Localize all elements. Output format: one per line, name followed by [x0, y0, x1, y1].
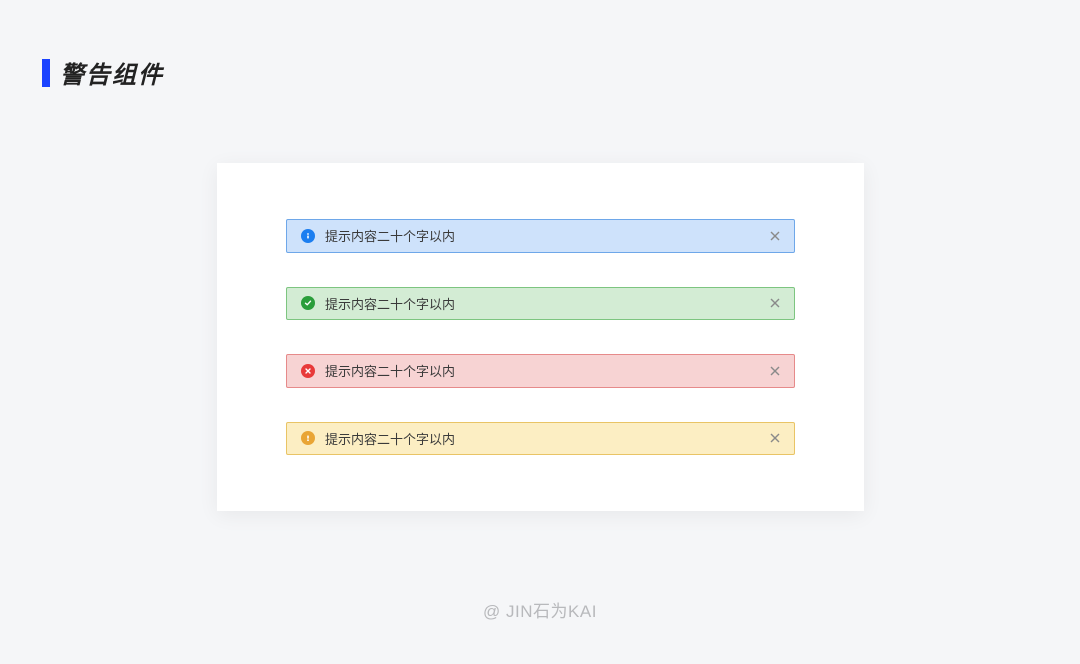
close-icon[interactable]: [768, 296, 782, 310]
success-icon: [301, 296, 315, 310]
alert-error: 提示内容二十个字以内: [286, 354, 795, 388]
alerts-card: 提示内容二十个字以内 提示内容二十个字以内 提示内容二十个字以内 提示内容二十个…: [217, 163, 864, 511]
error-icon: [301, 364, 315, 378]
alert-text: 提示内容二十个字以内: [325, 226, 455, 245]
alert-warning: 提示内容二十个字以内: [286, 422, 795, 456]
watermark: @ JIN石为KAI: [483, 597, 597, 622]
page-header: 警告组件: [42, 55, 164, 90]
alert-text: 提示内容二十个字以内: [325, 361, 455, 380]
close-icon[interactable]: [768, 364, 782, 378]
alert-info: 提示内容二十个字以内: [286, 219, 795, 253]
info-icon: [301, 229, 315, 243]
header-accent-bar: [42, 59, 50, 87]
close-icon[interactable]: [768, 431, 782, 445]
alert-text: 提示内容二十个字以内: [325, 294, 455, 313]
alert-text: 提示内容二十个字以内: [325, 429, 455, 448]
warning-icon: [301, 431, 315, 445]
alert-success: 提示内容二十个字以内: [286, 287, 795, 321]
page-title: 警告组件: [60, 55, 164, 90]
close-icon[interactable]: [768, 229, 782, 243]
